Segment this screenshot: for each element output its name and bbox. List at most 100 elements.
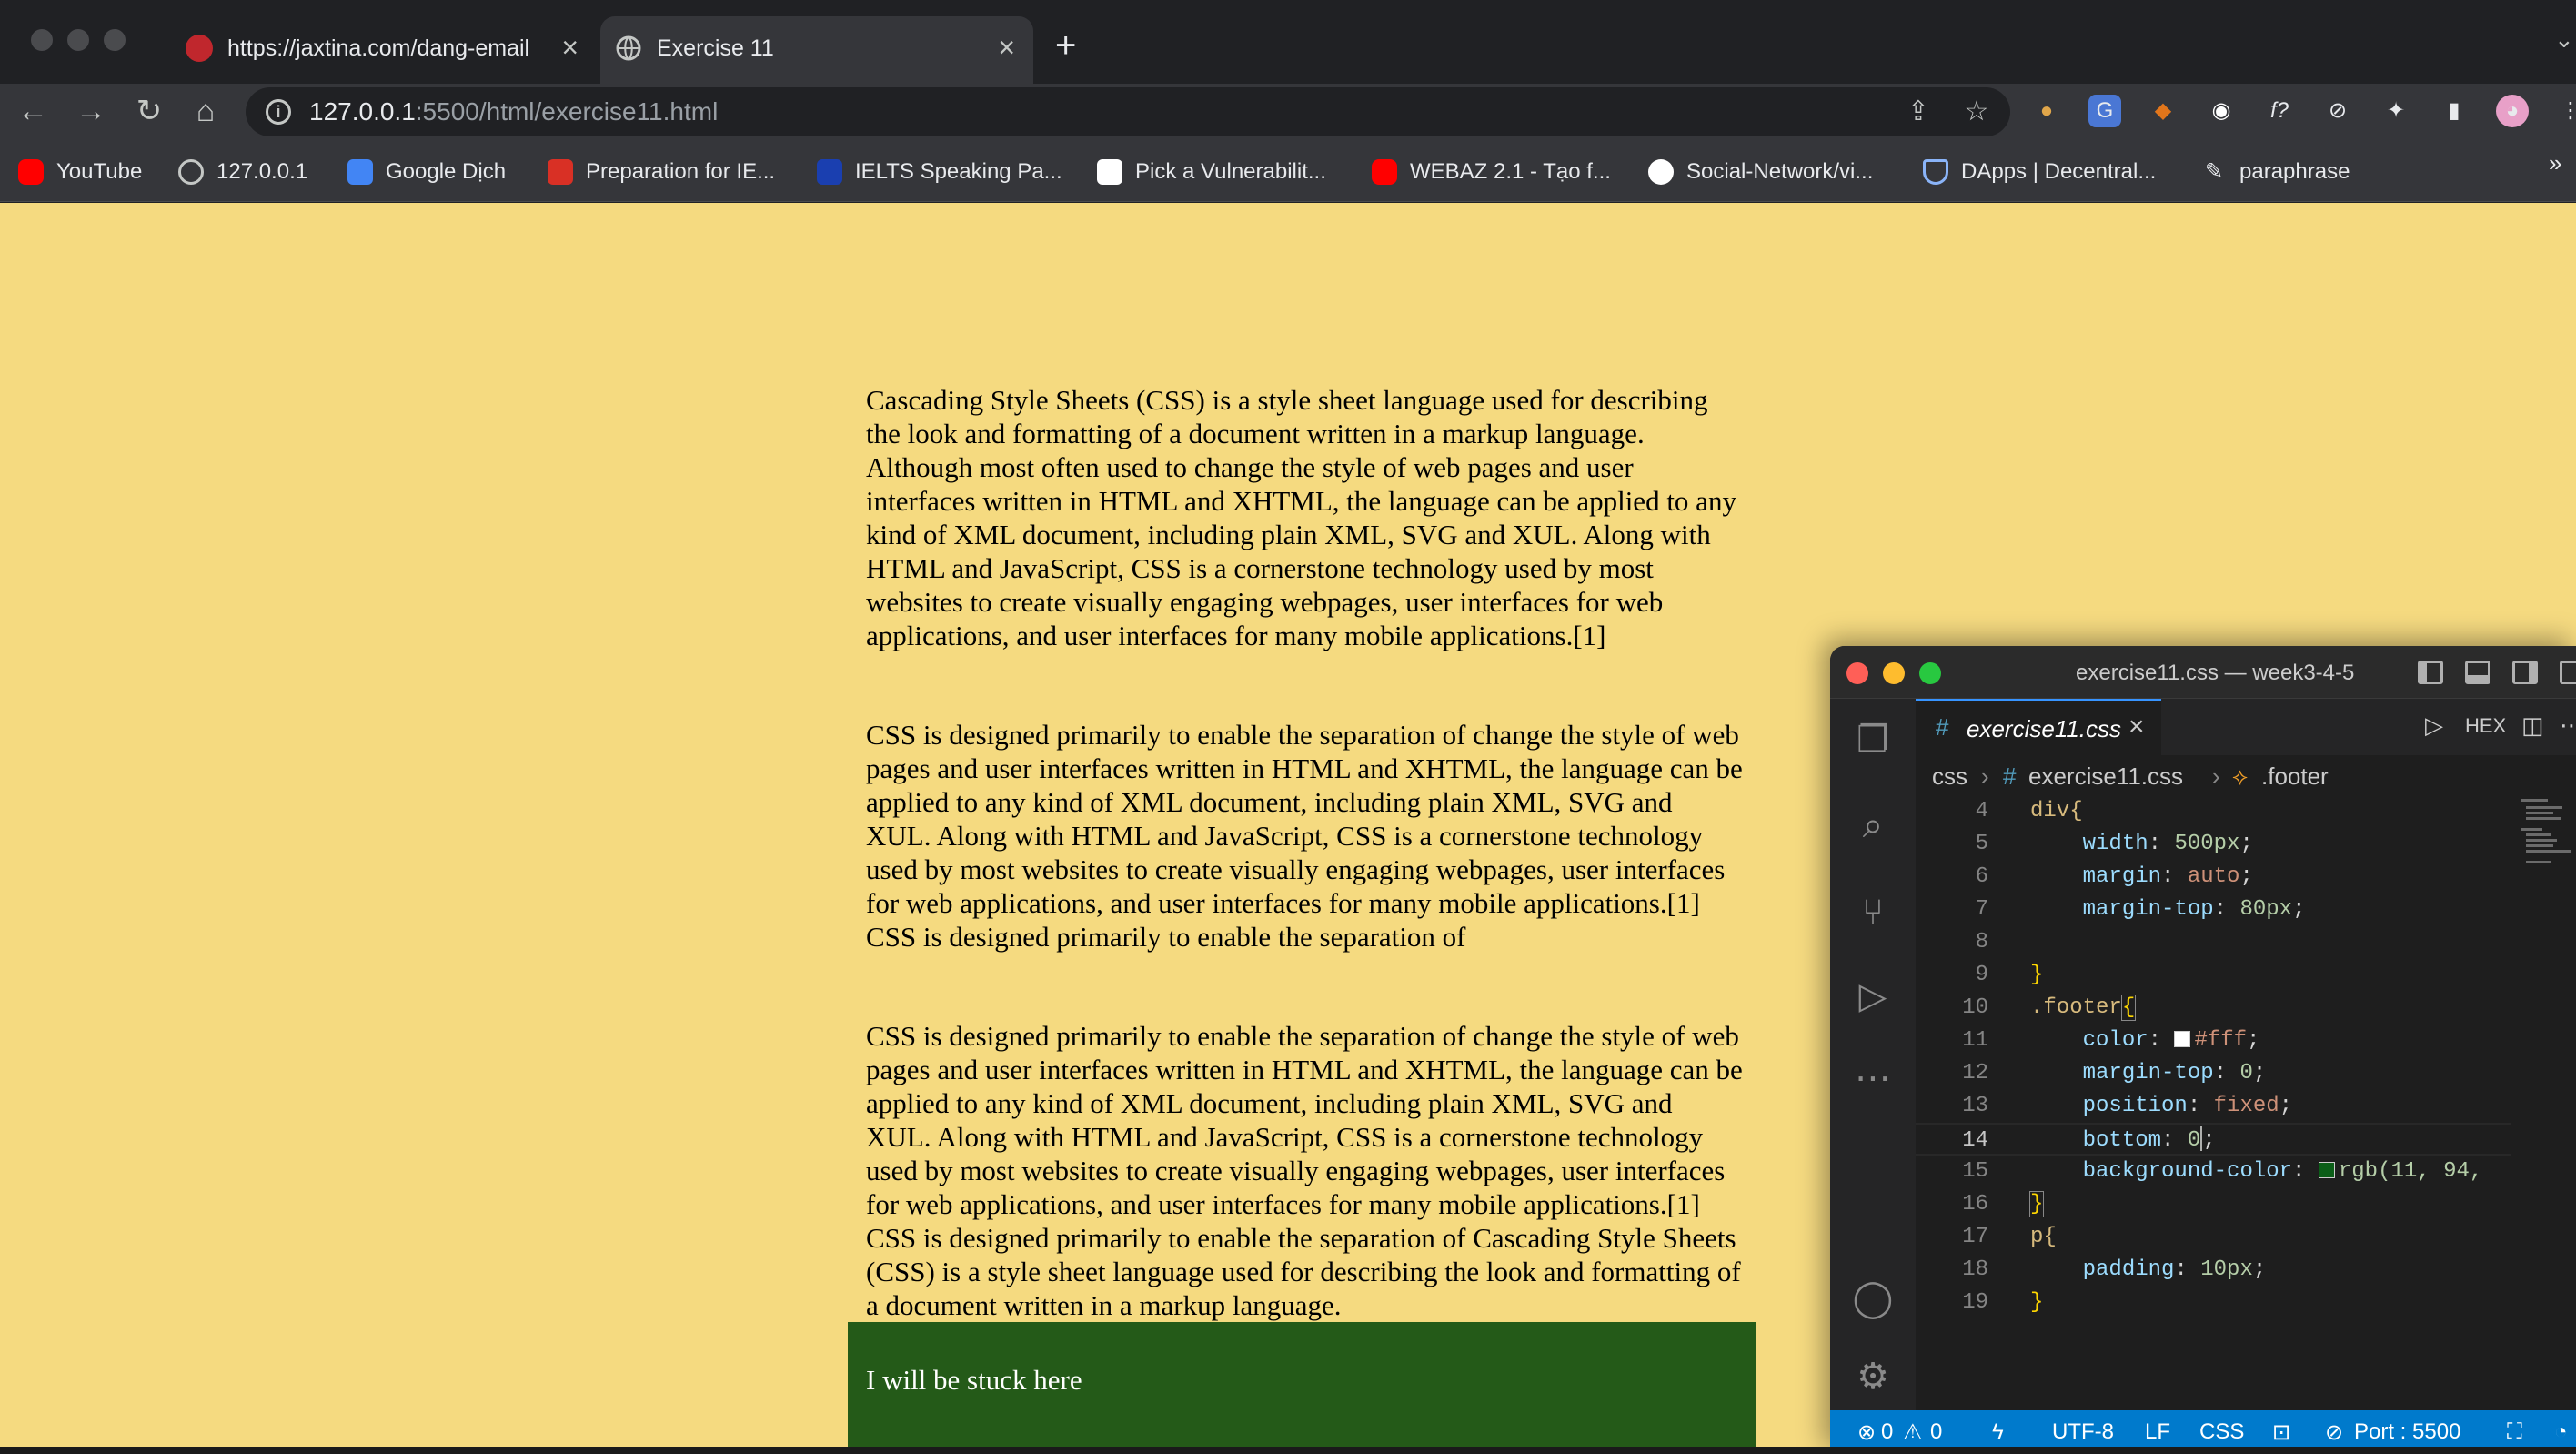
bookmark-paraphrase[interactable]: ✎ paraphrase	[2201, 157, 2350, 187]
cookie-extension-icon[interactable]: ●	[2030, 95, 2063, 127]
customize-layout-icon[interactable]	[2560, 661, 2576, 684]
code-editor[interactable]: 4 div{ 5 width: 500px; 6 margin: auto; 7 …	[1916, 795, 2576, 1410]
close-window-button[interactable]	[31, 29, 53, 51]
bookmark-ielts[interactable]: IELTS Speaking Pa...	[817, 157, 1062, 187]
warning-icon[interactable]: ⚠	[1903, 1419, 1923, 1446]
breadcrumb-symbol[interactable]: .footer	[2261, 762, 2329, 791]
close-window-button[interactable]	[1846, 662, 1868, 684]
gear-icon[interactable]: ⚙	[1850, 1354, 1896, 1399]
star-icon[interactable]: ☆	[1961, 96, 1992, 127]
toggle-secondary-sidebar-icon[interactable]	[2512, 661, 2538, 684]
metamask-extension-icon[interactable]: ◆	[2147, 95, 2179, 127]
bookmark-google-translate[interactable]: Google Dịch	[347, 157, 506, 187]
bookmark-webaz[interactable]: WEBAZ 2.1 - Tạo f...	[1372, 157, 1611, 187]
toggle-sidebar-icon[interactable]	[2418, 661, 2443, 684]
code-line: 12 margin-top: 0;	[1962, 1061, 2267, 1085]
zoom-window-button[interactable]	[104, 29, 126, 51]
compass-extension-icon[interactable]: ⊘	[2321, 95, 2354, 127]
run-icon[interactable]: ▷	[2425, 712, 2443, 740]
warning-count[interactable]: 0	[1930, 1419, 1942, 1445]
circle-extension-icon[interactable]: ◉	[2205, 95, 2238, 127]
bookmark-github[interactable]: Social-Network/vi...	[1648, 157, 1873, 187]
minimize-window-button[interactable]	[67, 29, 89, 51]
color-swatch[interactable]	[2318, 1162, 2335, 1178]
reload-icon[interactable]: ↻	[131, 93, 167, 129]
language-status[interactable]: CSS	[2199, 1419, 2244, 1445]
remote-icon[interactable]: ⛶	[2507, 1419, 2522, 1445]
minimap[interactable]	[2511, 795, 2576, 1410]
tab-exercise11-css[interactable]: # exercise11.css ×	[1916, 699, 2161, 755]
code-line: 19}	[1962, 1290, 2044, 1315]
youtube-icon	[1372, 159, 1397, 185]
close-icon[interactable]: ×	[2128, 712, 2145, 742]
explorer-files-icon[interactable]: ❐	[1850, 717, 1896, 762]
chevron-down-icon[interactable]: ⌄	[2554, 25, 2574, 54]
bookmark-preparation[interactable]: Preparation for IE...	[548, 157, 775, 187]
globe-icon	[178, 159, 204, 185]
toggle-panel-icon[interactable]	[2465, 661, 2490, 684]
puzzle-extensions-icon[interactable]: ✦	[2380, 95, 2412, 127]
close-icon[interactable]: ×	[561, 31, 579, 64]
more-actions-icon[interactable]: ⋯	[2560, 712, 2576, 740]
code-line: 7 margin-top: 80px;	[1975, 897, 2306, 922]
home-icon[interactable]: ⌂	[187, 93, 224, 129]
minimap-line	[2521, 828, 2542, 831]
run-debug-icon[interactable]: ▷	[1850, 974, 1896, 1019]
vscode-window: exercise11.css — week3-4-5 ❐ ⌕ ⑂ ▷ ⋯ ◯ ⚙…	[1830, 646, 2576, 1454]
more-icon[interactable]: ⋯	[1850, 1055, 1896, 1101]
tab-exercise-11[interactable]: Exercise 11 ×	[600, 16, 1033, 84]
function-extension-icon[interactable]: f?	[2263, 95, 2296, 127]
breadcrumb-file[interactable]: exercise11.css	[2028, 762, 2183, 791]
back-arrow-icon[interactable]: ←	[15, 93, 51, 129]
search-icon[interactable]: ⌕	[1850, 803, 1896, 848]
minimap-line	[2526, 839, 2557, 842]
source-control-icon[interactable]: ⑂	[1850, 890, 1896, 935]
color-swatch[interactable]	[2174, 1031, 2191, 1047]
google-translate-extension-icon[interactable]: G	[2088, 95, 2121, 127]
hex-editor-button[interactable]: HEX	[2465, 714, 2506, 738]
live-server-port[interactable]: Port : 5500	[2354, 1419, 2460, 1445]
bell-icon[interactable]: ◔	[2554, 1419, 2568, 1445]
chevron-right-icon: ›	[1981, 762, 1989, 790]
bookmark-localhost[interactable]: 127.0.0.1	[178, 157, 307, 187]
split-editor-icon[interactable]: ◫	[2521, 712, 2544, 740]
code-line: 15 background-color: rgb(11, 94,	[1962, 1159, 2483, 1184]
bookmark-vulnerability[interactable]: Pick a Vulnerabilit...	[1097, 157, 1326, 187]
menu-kebab-icon[interactable]: ⋮	[2554, 95, 2576, 127]
code-line: 13 position: fixed;	[1962, 1094, 2293, 1118]
css-file-icon: #	[2003, 762, 2017, 790]
more-bookmarks-button[interactable]: »	[2549, 149, 2561, 177]
code-line: 6 margin: auto;	[1975, 864, 2253, 889]
profile-avatar[interactable]: ◕	[2496, 95, 2529, 127]
code-line-active: 14 bottom: 0;	[1916, 1123, 2511, 1156]
eol-status[interactable]: LF	[2145, 1419, 2170, 1445]
live-server-icon[interactable]: ⊘	[2325, 1419, 2343, 1446]
feedback-icon[interactable]: ⊡	[2272, 1419, 2290, 1446]
close-icon[interactable]: ×	[998, 31, 1015, 64]
lightning-icon[interactable]: ϟ	[1992, 1419, 2004, 1445]
info-icon[interactable]: i	[266, 99, 291, 125]
tab-title: Exercise 11	[657, 35, 774, 61]
url-text[interactable]: 127.0.0.1:5500/html/exercise11.html	[309, 98, 718, 126]
text-cursor	[2200, 1126, 2203, 1151]
side-panel-icon[interactable]: ▮	[2438, 95, 2470, 127]
github-icon	[1648, 159, 1674, 185]
minimize-window-button[interactable]	[1883, 662, 1905, 684]
breadcrumb-folder[interactable]: css	[1932, 762, 1967, 791]
address-bar[interactable]: i 127.0.0.1:5500/html/exercise11.html ⇪ …	[246, 87, 2010, 136]
error-icon[interactable]: ⊗	[1857, 1419, 1876, 1446]
window-title: exercise11.css — week3-4-5	[2076, 661, 2355, 685]
share-icon[interactable]: ⇪	[1903, 96, 1934, 127]
editor-tabs: # exercise11.css × ▷ HEX ◫ ⋯	[1916, 699, 2576, 755]
minimap-line	[2526, 844, 2553, 847]
account-icon[interactable]: ◯	[1850, 1276, 1896, 1321]
encoding-status[interactable]: UTF-8	[2052, 1419, 2114, 1445]
new-tab-button[interactable]: +	[1055, 25, 1076, 66]
bookmark-dapps[interactable]: DApps | Decentral...	[1923, 157, 2156, 187]
error-count[interactable]: 0	[1881, 1419, 1893, 1445]
bookmark-youtube[interactable]: YouTube	[18, 157, 142, 187]
code-line: 10 .footer{	[1962, 995, 2137, 1021]
tab-jaxtina[interactable]: https://jaxtina.com/dang-email ×	[171, 16, 597, 84]
forward-arrow-icon[interactable]: →	[73, 93, 109, 129]
zoom-window-button[interactable]	[1919, 662, 1941, 684]
